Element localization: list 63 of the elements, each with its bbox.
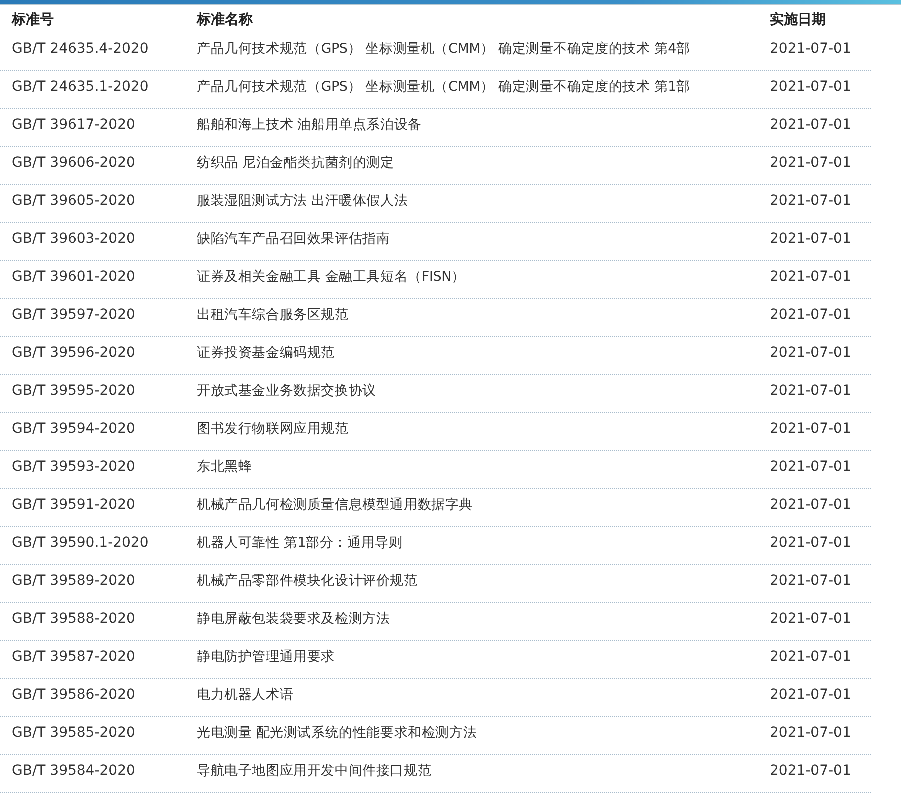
table-cell-text: 2021-07-01 bbox=[770, 344, 852, 361]
table-cell-text: 2021-07-01 bbox=[770, 610, 852, 627]
table-cell-text: 静电防护管理通用要求 bbox=[197, 648, 336, 665]
table-cell-text: 2021-07-01 bbox=[770, 382, 852, 399]
table-cell-text: 2021-07-01 bbox=[770, 420, 852, 437]
table-cell-text: 图书发行物联网应用规范 bbox=[197, 420, 350, 437]
table-cell-text: 2021-07-01 bbox=[770, 306, 852, 323]
table-cell-text: GB/T 39605-2020 bbox=[11, 192, 136, 209]
table-cell-text: 2021-07-01 bbox=[770, 762, 852, 779]
table-cell-text: 2021-07-01 bbox=[770, 192, 852, 209]
table-cell-text: GB/T 39606-2020 bbox=[11, 154, 136, 171]
table-cell-text: 产品几何技术规范（GPS） 坐标测量机（CMM） 确定测量不确定度的技术 第1部 bbox=[197, 78, 692, 95]
table-cell-text: 机械产品零部件模块化设计评价规范 bbox=[197, 572, 419, 589]
column-header: 实施日期 bbox=[770, 10, 827, 28]
table-cell-text: 2021-07-01 bbox=[770, 268, 852, 285]
table-cell-text: GB/T 39596-2020 bbox=[11, 344, 136, 361]
table-cell-text: GB/T 39595-2020 bbox=[11, 382, 136, 399]
table-cell-text: 2021-07-01 bbox=[770, 230, 852, 247]
table-cell-text: GB/T 39588-2020 bbox=[11, 610, 136, 627]
column-header: 标准号 bbox=[10, 10, 55, 28]
table-cell-text: GB/T 39585-2020 bbox=[11, 724, 136, 741]
table-cell-text: 2021-07-01 bbox=[770, 40, 852, 57]
table-cell-text: GB/T 24635.1-2020 bbox=[11, 78, 150, 95]
table-cell-text: 2021-07-01 bbox=[770, 724, 852, 741]
table-cell-text: 2021-07-01 bbox=[770, 458, 852, 475]
table-cell-text: 服装湿阻测试方法 出汗暖体假人法 bbox=[197, 192, 410, 209]
table-cell-text: GB/T 39601-2020 bbox=[11, 268, 136, 285]
table-cell-text: 证券及相关金融工具 金融工具短名（FISN） bbox=[197, 268, 466, 285]
table-cell-text: 导航电子地图应用开发中间件接口规范 bbox=[197, 762, 433, 779]
table-cell-text: 2021-07-01 bbox=[770, 686, 852, 703]
table-cell-text: 静电屏蔽包装袋要求及检测方法 bbox=[197, 610, 392, 627]
table-cell-text: 出租汽车综合服务区规范 bbox=[197, 306, 350, 323]
table-cell-text: 光电测量 配光测试系统的性能要求和检测方法 bbox=[197, 724, 478, 741]
table-cell-text: GB/T 39591-2020 bbox=[11, 496, 136, 513]
table-cell-text: 产品几何技术规范（GPS） 坐标测量机（CMM） 确定测量不确定度的技术 第4部 bbox=[197, 40, 692, 57]
table-cell-text: 东北黑蜂 bbox=[197, 458, 254, 475]
table-cell-text: GB/T 39603-2020 bbox=[11, 230, 136, 247]
table-cell-text: GB/T 39597-2020 bbox=[11, 306, 136, 323]
table-cell-text: 2021-07-01 bbox=[770, 154, 852, 171]
table-cell-text: GB/T 39589-2020 bbox=[11, 572, 136, 589]
table-cell-text: 机械产品几何检测质量信息模型通用数据字典 bbox=[197, 496, 474, 513]
table-cell-text: GB/T 24635.4-2020 bbox=[11, 40, 150, 57]
table-cell-text: GB/T 39590.1-2020 bbox=[11, 534, 150, 551]
table-cell-text: GB/T 39587-2020 bbox=[11, 648, 136, 665]
table-cell-text: GB/T 39593-2020 bbox=[11, 458, 136, 475]
table-cell-text: 2021-07-01 bbox=[770, 648, 852, 665]
table-cell-text: 机器人可靠性 第1部分：通用导则 bbox=[197, 534, 404, 551]
table-cell-text: 缺陷汽车产品召回效果评估指南 bbox=[197, 230, 392, 247]
table-cell-text: 2021-07-01 bbox=[770, 78, 852, 95]
table-cell-text: 2021-07-01 bbox=[770, 572, 852, 589]
table-cell-text: 2021-07-01 bbox=[770, 496, 852, 513]
table-cell-text: 电力机器人术语 bbox=[197, 686, 295, 703]
table-cell-text: GB/T 39617-2020 bbox=[11, 116, 136, 133]
table-cell-text: GB/T 39584-2020 bbox=[11, 762, 136, 779]
column-header: 标准名称 bbox=[197, 10, 254, 28]
table-cell-text: GB/T 39594-2020 bbox=[11, 420, 136, 437]
table-cell-text: 纺织品 尼泊金酯类抗菌剂的测定 bbox=[197, 154, 396, 171]
table-cell-text: 2021-07-01 bbox=[770, 534, 852, 551]
table-cell-text: GB/T 39586-2020 bbox=[11, 686, 136, 703]
table-cell-text: 船舶和海上技术 油船用单点系泊设备 bbox=[197, 116, 423, 133]
table-cell-text: 2021-07-01 bbox=[770, 116, 852, 133]
table-cell-text: 证券投资基金编码规范 bbox=[197, 344, 336, 361]
table-cell-text: 开放式基金业务数据交换协议 bbox=[197, 382, 378, 399]
